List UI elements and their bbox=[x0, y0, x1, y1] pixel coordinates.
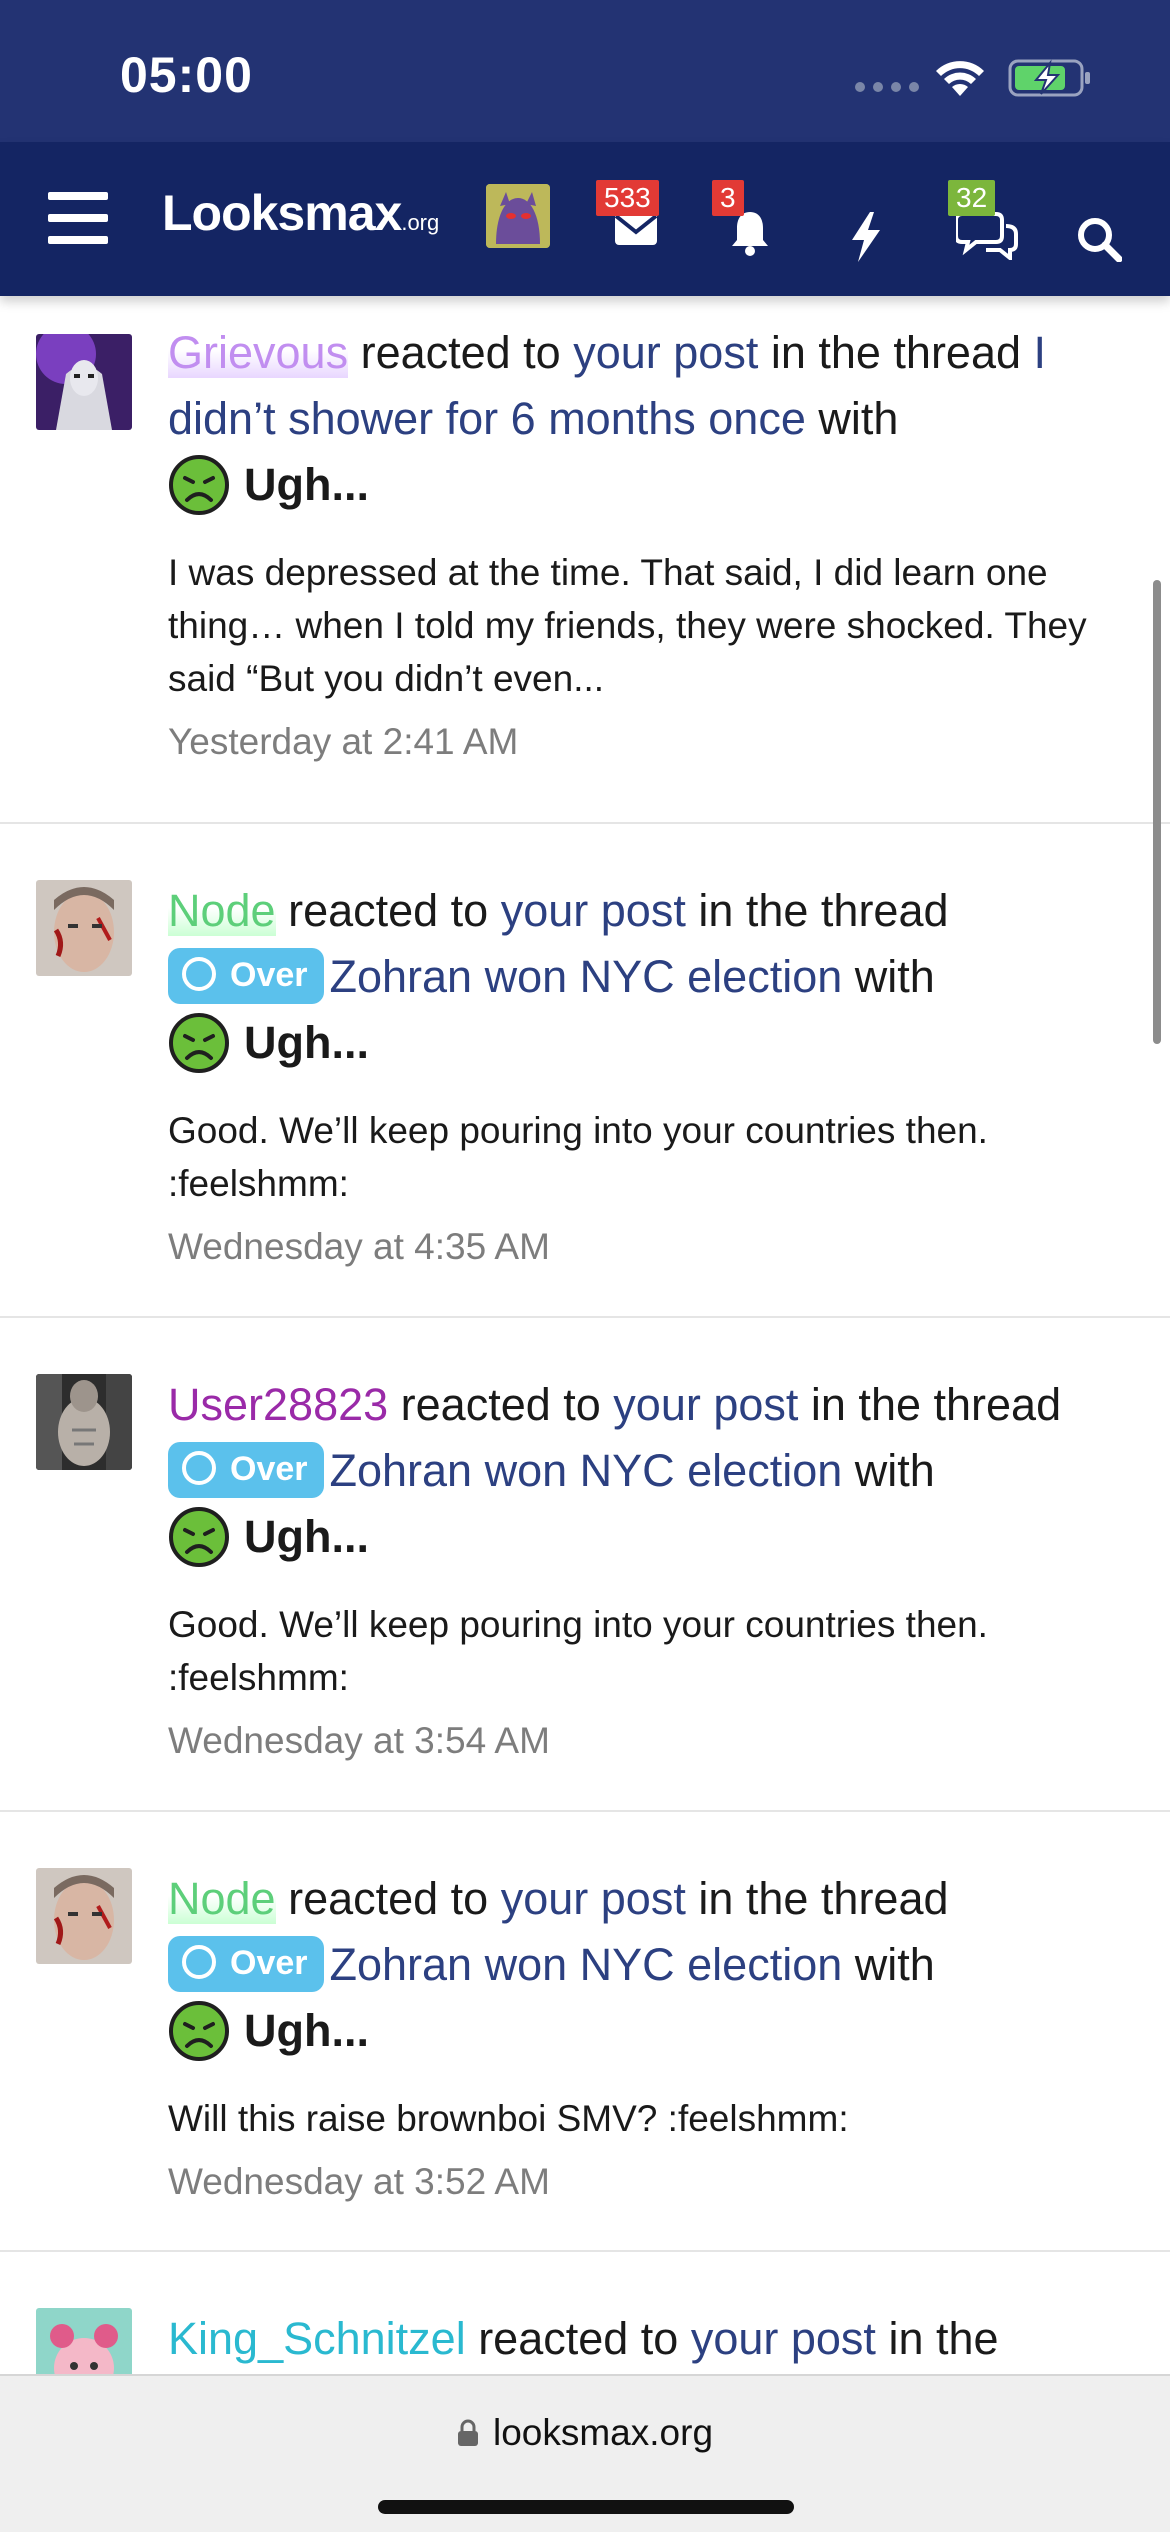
conversations-count-badge: 32 bbox=[948, 180, 996, 216]
timestamp[interactable]: Wednesday at 4:35 AM bbox=[168, 1220, 1138, 1273]
alerts-count-badge: 3 bbox=[712, 180, 744, 216]
post-snippet: I was depressed at the time. That said, … bbox=[168, 552, 1087, 699]
thread-link[interactable]: Zohran won NYC election bbox=[330, 1939, 843, 1990]
user-avatar[interactable] bbox=[486, 184, 550, 248]
prefix-label: Over bbox=[230, 1450, 308, 1488]
alert-headline: User28823 reacted to your post in the th… bbox=[168, 1372, 1138, 1586]
list-item[interactable]: Grievous reacted to your post in the thr… bbox=[0, 296, 1170, 824]
sick-face-icon bbox=[169, 1507, 229, 1567]
alert-text: with bbox=[842, 1939, 935, 1990]
envelope-icon bbox=[614, 213, 658, 245]
avatar[interactable] bbox=[36, 334, 132, 430]
reaction-label: Ugh... bbox=[168, 1998, 369, 2064]
sick-face-icon bbox=[169, 2001, 229, 2061]
alert-text: with bbox=[842, 1445, 935, 1496]
alert-text: reacted to bbox=[388, 1379, 614, 1430]
post-snippet: Good. We’ll keep pouring into your count… bbox=[168, 1110, 988, 1204]
logo-suffix: .org bbox=[401, 210, 440, 235]
avatar[interactable] bbox=[36, 880, 132, 976]
wifi-icon bbox=[936, 61, 984, 96]
messages-count-badge: 533 bbox=[596, 180, 659, 216]
reaction-label: Ugh... bbox=[168, 452, 369, 518]
post-link[interactable]: your post bbox=[573, 327, 758, 378]
alert-headline: King_Schnitzel reacted to your post in t… bbox=[168, 2306, 1138, 2372]
alert-text: in the thread bbox=[798, 1379, 1062, 1430]
reaction-label: Ugh... bbox=[168, 1504, 369, 1570]
frown-icon bbox=[182, 1945, 216, 1979]
cellular-signal-icon bbox=[855, 82, 919, 92]
post-snippet: Will this raise brownboi SMV? :feelshmm: bbox=[168, 2098, 849, 2139]
site-logo[interactable]: Looksmax.org bbox=[162, 184, 439, 242]
avatar[interactable] bbox=[36, 1374, 132, 1470]
reaction-name: Ugh... bbox=[244, 1511, 369, 1562]
search-icon bbox=[1078, 218, 1122, 262]
alert-text: with bbox=[842, 951, 935, 1002]
alert-headline: Node reacted to your post in the thread O… bbox=[168, 878, 1138, 1092]
alert-headline: Grievous reacted to your post in the thr… bbox=[168, 320, 1138, 534]
thread-prefix-badge: Over bbox=[168, 1442, 324, 1498]
thread-link[interactable]: Zohran won NYC election bbox=[330, 1445, 843, 1496]
alert-text: in the bbox=[875, 2313, 999, 2364]
username-link[interactable]: Grievous bbox=[168, 327, 349, 378]
battery-charging-icon bbox=[1008, 59, 1090, 97]
bell-icon bbox=[732, 212, 768, 256]
username-link[interactable]: Node bbox=[168, 885, 276, 936]
thread-prefix-badge: Over bbox=[168, 1936, 324, 1992]
bolt-icon bbox=[852, 212, 880, 262]
alert-text: in the thread bbox=[685, 1873, 949, 1924]
username-link[interactable]: User28823 bbox=[168, 1379, 388, 1430]
list-item[interactable]: User28823 reacted to your post in the th… bbox=[0, 1318, 1170, 1812]
username-link[interactable]: King_Schnitzel bbox=[168, 2313, 466, 2364]
post-link[interactable]: your post bbox=[613, 1379, 798, 1430]
avatar[interactable] bbox=[36, 1868, 132, 1964]
reaction-name: Ugh... bbox=[244, 1017, 369, 1068]
home-indicator[interactable] bbox=[378, 2500, 794, 2514]
username-link[interactable]: Node bbox=[168, 1873, 276, 1924]
chat-bubbles-icon bbox=[956, 212, 1018, 260]
frown-icon bbox=[182, 1451, 216, 1485]
timestamp[interactable]: Wednesday at 3:54 AM bbox=[168, 1714, 1138, 1767]
lock-icon bbox=[457, 2419, 478, 2446]
alert-text: reacted to bbox=[275, 1873, 501, 1924]
alert-text: in the thread bbox=[758, 327, 1034, 378]
list-item[interactable]: Node reacted to your post in the thread O… bbox=[0, 824, 1170, 1318]
post-link[interactable]: your post bbox=[501, 1873, 686, 1924]
scrollbar[interactable] bbox=[1153, 580, 1161, 1044]
prefix-label: Over bbox=[230, 956, 308, 994]
timestamp[interactable]: Wednesday at 3:52 AM bbox=[168, 2155, 1138, 2208]
post-link[interactable]: your post bbox=[501, 885, 686, 936]
frown-icon bbox=[182, 957, 216, 991]
thread-link[interactable]: Zohran won NYC election bbox=[330, 951, 843, 1002]
browser-url-bar[interactable]: looksmax.org bbox=[0, 2374, 1170, 2532]
reaction-name: Ugh... bbox=[244, 2005, 369, 2056]
timestamp[interactable]: Yesterday at 2:41 AM bbox=[168, 715, 1138, 768]
url-display[interactable]: looksmax.org bbox=[0, 2412, 1170, 2454]
alert-text: reacted to bbox=[465, 2313, 691, 2364]
search-button[interactable] bbox=[1064, 174, 1134, 264]
status-time: 05:00 bbox=[120, 47, 253, 103]
logo-text: Looksmax bbox=[162, 185, 402, 241]
sick-face-icon bbox=[169, 1013, 229, 1073]
status-bar: 05:00 bbox=[0, 0, 1170, 142]
url-text: looksmax.org bbox=[492, 2412, 714, 2453]
list-item[interactable]: Node reacted to your post in the thread O… bbox=[0, 1812, 1170, 2252]
site-nav-bar: Looksmax.org 533 3 32 bbox=[0, 142, 1170, 296]
reaction-label: Ugh... bbox=[168, 1010, 369, 1076]
post-link[interactable]: your post bbox=[691, 2313, 876, 2364]
alert-text: reacted to bbox=[348, 327, 574, 378]
whats-new-button[interactable] bbox=[838, 174, 898, 264]
sick-face-icon bbox=[169, 455, 229, 515]
reaction-name: Ugh... bbox=[244, 459, 369, 510]
thread-prefix-badge: Over bbox=[168, 948, 324, 1004]
post-snippet: Good. We’ll keep pouring into your count… bbox=[168, 1604, 988, 1698]
prefix-label: Over bbox=[230, 1944, 308, 1982]
alert-headline: Node reacted to your post in the thread O… bbox=[168, 1866, 1138, 2080]
alert-text: reacted to bbox=[275, 885, 501, 936]
alert-text: in the thread bbox=[685, 885, 949, 936]
hamburger-icon[interactable] bbox=[48, 192, 108, 244]
alert-text: with bbox=[805, 393, 899, 444]
